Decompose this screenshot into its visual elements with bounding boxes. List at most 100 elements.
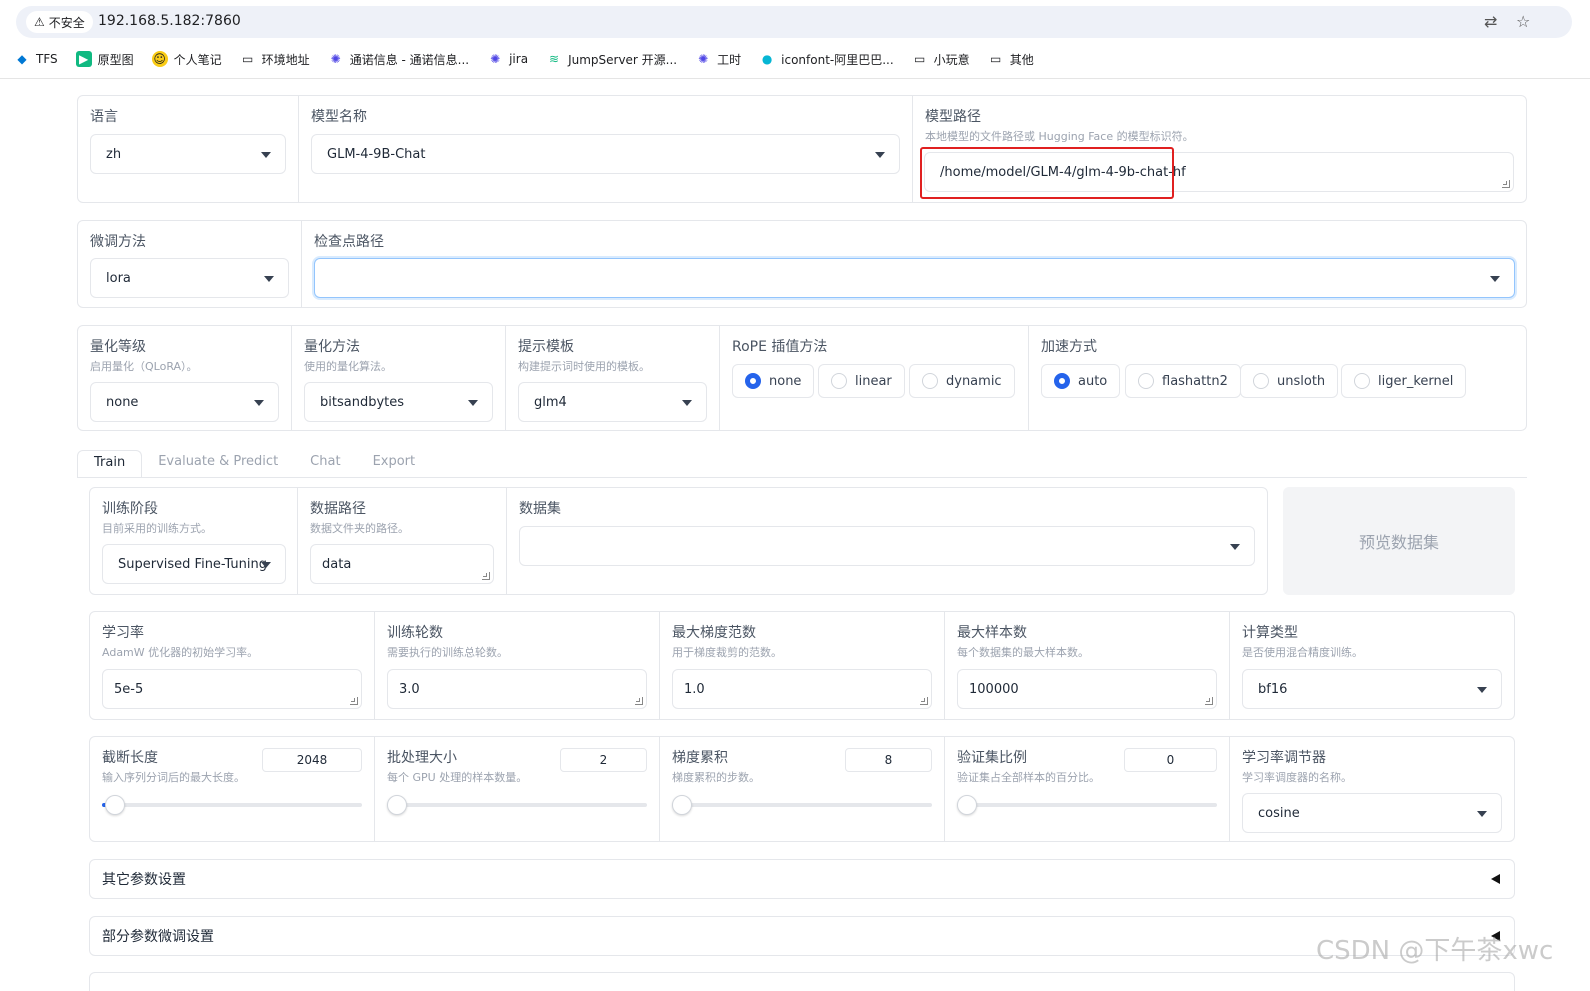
batch-number-input[interactable]: 2: [560, 748, 647, 772]
chevron-down-icon: [1490, 276, 1500, 282]
bookmark-worktime[interactable]: ✺ 工时: [695, 51, 741, 68]
quant-method-desc: 使用的量化算法。: [304, 360, 392, 373]
resize-handle-icon[interactable]: [1502, 180, 1510, 188]
grad-norm-label: 最大梯度范数: [672, 625, 756, 641]
grad-acc-label: 梯度累积: [672, 750, 728, 766]
checkpoint-select[interactable]: [314, 258, 1515, 298]
highlight-box: [920, 147, 1174, 199]
security-label: 不安全: [48, 15, 85, 30]
max-samples-cell: 最大样本数 每个数据集的最大样本数。 100000: [945, 612, 1230, 719]
folder-icon: ▭: [242, 52, 254, 66]
radio-checked-icon: [1054, 373, 1070, 389]
batch-cell: 批处理大小 每个 GPU 处理的样本数量。 2: [375, 737, 660, 841]
chevron-down-icon: [468, 400, 478, 406]
bookmark-prototype[interactable]: ▶ 原型图: [75, 51, 134, 68]
translate-icon[interactable]: ⇄: [1484, 12, 1497, 31]
other-settings-accordion[interactable]: 其它参数设置: [89, 859, 1515, 899]
model-path-desc: 本地模型的文件路径或 Hugging Face 的模型标识符。: [925, 130, 1194, 143]
accel-label: 加速方式: [1041, 339, 1097, 355]
grad-acc-number-input[interactable]: 8: [845, 748, 932, 772]
bookmark-jira[interactable]: ✺ jira: [487, 51, 528, 67]
star-icon[interactable]: ☆: [1516, 12, 1530, 31]
bookmark-jumpserver[interactable]: ≋ JumpServer 开源...: [546, 51, 677, 68]
accel-option-liger-kernel[interactable]: liger_kernel: [1341, 364, 1467, 398]
resize-handle-icon[interactable]: [482, 572, 490, 580]
val-size-slider-track[interactable]: [957, 803, 1217, 807]
scheduler-select[interactable]: cosine: [1242, 793, 1502, 833]
chevron-down-icon: [264, 276, 274, 282]
grad-acc-slider-thumb[interactable]: [672, 795, 692, 815]
accel-option-flashattn2[interactable]: flashattn2: [1125, 364, 1241, 398]
folder-icon: ▭: [990, 52, 1002, 66]
batch-slider-thumb[interactable]: [387, 795, 407, 815]
lr-cell: 学习率 AdamW 优化器的初始学习率。 5e-5: [90, 612, 375, 719]
stage-select[interactable]: Supervised Fine-Tuning: [102, 544, 286, 584]
url-text[interactable]: 192.168.5.182:7860: [98, 13, 241, 29]
bookmark-iconfont[interactable]: ● iconfont-阿里巴巴...: [759, 51, 894, 68]
cutoff-slider-track[interactable]: [102, 803, 362, 807]
radio-unchecked-icon: [1253, 373, 1269, 389]
grad-acc-slider-track[interactable]: [672, 803, 932, 807]
bookmark-tongnuo[interactable]: ✺ 通诺信息 - 通诺信息...: [328, 51, 469, 68]
dataset-cell: 数据集: [507, 488, 1267, 594]
max-samples-input[interactable]: 100000: [957, 669, 1217, 709]
rope-option-dynamic[interactable]: dynamic: [909, 364, 1015, 398]
tab-export[interactable]: Export: [357, 450, 432, 478]
quant-method-select[interactable]: bitsandbytes: [304, 382, 493, 422]
compute-type-select[interactable]: bf16: [1242, 669, 1502, 709]
next-accordion-partial[interactable]: [89, 972, 1515, 991]
preview-dataset-button[interactable]: 预览数据集: [1283, 487, 1515, 595]
watermark-text: CSDN @下午茶xwc: [1316, 936, 1554, 966]
bookmark-toys[interactable]: ▭ 小玩意: [912, 51, 970, 68]
rope-option-none[interactable]: none: [732, 364, 815, 398]
partial-settings-accordion[interactable]: 部分参数微调设置: [89, 916, 1515, 956]
resize-handle-icon[interactable]: [920, 697, 928, 705]
layers-icon: ≋: [549, 52, 560, 66]
bookmarks-bar: ◆ TFS ▶ 原型图 ☺ 个人笔记 ▭ 环境地址 ✺ 通诺信息 - 通诺信息... ✺ j…: [0, 46, 1590, 72]
resize-handle-icon[interactable]: [635, 697, 643, 705]
template-select[interactable]: glm4: [518, 382, 707, 422]
dataset-select[interactable]: [519, 526, 1255, 566]
cutoff-slider-thumb[interactable]: [105, 795, 125, 815]
grad-acc-desc: 梯度累积的步数。: [672, 771, 760, 784]
resize-handle-icon[interactable]: [350, 697, 358, 705]
tab-evaluate[interactable]: Evaluate & Predict: [142, 450, 294, 478]
rope-option-linear[interactable]: linear: [818, 364, 905, 398]
warning-icon: ⚠: [34, 15, 45, 29]
batch-slider-track[interactable]: [387, 803, 647, 807]
epochs-input[interactable]: 3.0: [387, 669, 647, 709]
val-size-slider-thumb[interactable]: [957, 795, 977, 815]
language-label: 语言: [90, 109, 118, 125]
tab-train[interactable]: Train: [77, 450, 143, 478]
tfs-icon: ◆: [17, 52, 27, 66]
cutoff-number-input[interactable]: 2048: [262, 748, 362, 772]
train-hparams-panel: 学习率 AdamW 优化器的初始学习率。 5e-5 训练轮数 需要执行的训练总轮…: [89, 611, 1515, 720]
security-badge[interactable]: ⚠ 不安全: [26, 11, 93, 33]
val-size-desc: 验证集占全部样本的百分比。: [957, 771, 1100, 784]
bookmark-tfs[interactable]: ◆ TFS: [14, 51, 57, 67]
bookmark-notes[interactable]: ☺ 个人笔记: [151, 51, 222, 68]
bookmark-other[interactable]: ▭ 其他: [988, 51, 1034, 68]
quant-level-select[interactable]: none: [90, 382, 279, 422]
quant-method-cell: 量化方法 使用的量化算法。 bitsandbytes: [292, 326, 506, 430]
model-name-select[interactable]: GLM-4-9B-Chat: [311, 134, 900, 174]
checkpoint-label: 检查点路径: [314, 234, 384, 250]
grad-norm-input[interactable]: 1.0: [672, 669, 932, 709]
resize-handle-icon[interactable]: [1205, 697, 1213, 705]
accel-option-auto[interactable]: auto: [1041, 364, 1121, 398]
address-bar[interactable]: ⚠ 不安全 192.168.5.182:7860 ⇄ ☆: [16, 6, 1572, 38]
cutoff-cell: 截断长度 输入序列分词后的最大长度。 2048: [90, 737, 375, 841]
accel-option-unsloth[interactable]: unsloth: [1240, 364, 1339, 398]
lr-input[interactable]: 5e-5: [102, 669, 362, 709]
triangle-left-icon: [1491, 874, 1500, 884]
finetune-method-select[interactable]: lora: [90, 258, 289, 298]
val-size-number-input[interactable]: 0: [1124, 748, 1217, 772]
language-select[interactable]: zh: [90, 134, 286, 174]
quant-level-cell: 量化等级 启用量化（QLoRA）。 none: [78, 326, 292, 430]
tab-chat[interactable]: Chat: [294, 450, 356, 478]
data-path-input[interactable]: data: [310, 544, 494, 584]
browser-toolbar: ⚠ 不安全 192.168.5.182:7860 ⇄ ☆: [0, 0, 1590, 42]
val-size-cell: 验证集比例 验证集占全部样本的百分比。 0: [945, 737, 1230, 841]
bookmark-env[interactable]: ▭ 环境地址: [240, 51, 310, 68]
template-cell: 提示模板 构建提示词时使用的模板。 glm4: [506, 326, 720, 430]
